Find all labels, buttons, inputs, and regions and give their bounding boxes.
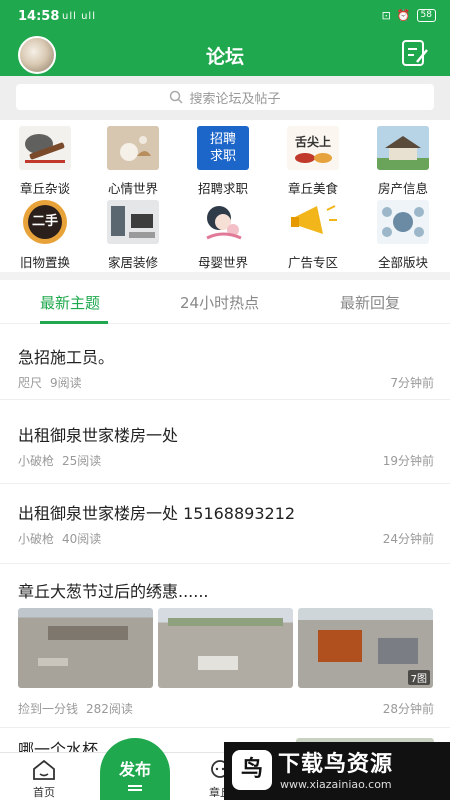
publish-label: 发布: [118, 760, 151, 779]
baby-icon: [197, 200, 249, 244]
tab-24h-hot[interactable]: 24小时热点: [180, 292, 259, 313]
secondhand-icon: 二手: [19, 200, 71, 244]
category-label: 家居装修: [107, 255, 158, 270]
post-item[interactable]: 出租御泉世家楼房一处 小破枪 25阅读 19分钟前: [0, 400, 450, 484]
tab-latest-replies[interactable]: 最新回复: [340, 292, 400, 313]
post-author: 小破枪: [18, 454, 55, 468]
category-item[interactable]: 招聘 求职 招聘求职: [188, 122, 258, 196]
search-area: 搜索论坛及帖子: [0, 76, 450, 120]
post-title: 章丘大葱节过后的绣惠......: [18, 582, 209, 601]
watermark-url: www.xiazainiao.com: [280, 778, 392, 791]
post-item[interactable]: 急招施工员。 咫尺 9阅读 7分钟前: [0, 324, 450, 400]
interior-icon: [107, 200, 159, 244]
post-reads: 25阅读: [62, 454, 102, 468]
search-icon: [170, 90, 184, 104]
recruit-text-1: 招聘: [209, 132, 236, 147]
search-input[interactable]: 搜索论坛及帖子: [16, 84, 434, 110]
post-image[interactable]: 7图: [298, 608, 433, 688]
category-label: 招聘求职: [197, 181, 248, 196]
post-time: 7分钟前: [390, 376, 434, 390]
all-sections-icon: [377, 200, 429, 244]
category-label: 章丘杂谈: [19, 181, 70, 196]
publish-button[interactable]: 发布: [100, 738, 170, 800]
status-time: 14:58: [18, 9, 60, 24]
post-title: 出租御泉世家楼房一处: [18, 426, 179, 445]
status-right: ⊡ ⏰ 58: [382, 9, 436, 22]
app-header: 论坛: [0, 32, 450, 76]
mood-photo-icon: [107, 126, 159, 170]
category-item[interactable]: 家居装修: [98, 196, 168, 270]
section-divider: [0, 272, 450, 280]
megaphone-icon: [287, 200, 339, 244]
guzheng-icon: [19, 126, 71, 170]
post-time: 19分钟前: [382, 454, 434, 468]
watermark-title: 下载鸟资源: [278, 752, 394, 777]
post-item[interactable]: 出租御泉世家楼房一处 15168893212 小破枪 40阅读 24分钟前: [0, 484, 450, 564]
feed-tabs: 最新主题 24小时热点 最新回复: [0, 280, 450, 324]
alarm-icon: ⏰: [396, 9, 411, 22]
category-item[interactable]: 舌尖上 章丘美食: [278, 122, 348, 196]
category-label: 母婴世界: [197, 255, 248, 270]
post-meta: 小破枪 25阅读: [18, 452, 109, 469]
post-author: 小破枪: [18, 532, 55, 546]
category-label: 旧物置换: [19, 255, 70, 270]
food-icon: 舌尖上: [287, 126, 339, 170]
status-bar: 14:58 ull ull ⊡ ⏰ 58: [0, 0, 450, 32]
nav-home[interactable]: 首页: [14, 759, 74, 800]
menu-lines-icon: [128, 785, 142, 787]
category-item[interactable]: 心情世界: [98, 122, 168, 196]
lock-icon: ⊡: [381, 9, 391, 22]
post-time: 24分钟前: [382, 532, 434, 546]
post-meta: 咫尺 9阅读: [18, 374, 90, 391]
post-time: 28分钟前: [382, 702, 434, 716]
post-author: 咫尺: [18, 376, 43, 390]
post-title: 哪一个水杯: [18, 740, 99, 752]
category-item[interactable]: 全部版块: [368, 196, 438, 270]
food-img-text: 舌尖上: [294, 134, 331, 149]
page-title: 论坛: [205, 46, 244, 68]
nav-home-label: 首页: [33, 786, 55, 799]
image-count-badge: 7图: [407, 670, 430, 685]
watermark: 鸟 下载鸟资源 www.xiazainiao.com: [224, 742, 450, 800]
category-item[interactable]: 二手 旧物置换: [10, 196, 80, 270]
post-thumbnails: 7图: [18, 608, 434, 688]
home-icon: [33, 759, 55, 780]
forum-screen: 14:58 ull ull ⊡ ⏰ 58 论坛 搜索论坛及帖子 章丘杂谈 心情世…: [0, 0, 450, 800]
category-label: 全部版块: [377, 255, 428, 270]
category-label: 广告专区: [287, 255, 338, 270]
post-title: 急招施工员。: [18, 348, 115, 367]
post-reads: 282阅读: [86, 702, 133, 716]
search-placeholder: 搜索论坛及帖子: [189, 91, 281, 107]
tab-latest-topics[interactable]: 最新主题: [40, 292, 100, 313]
post-image[interactable]: [158, 608, 293, 688]
category-item[interactable]: 房产信息: [368, 122, 438, 196]
post-meta: 小破枪 40阅读: [18, 530, 109, 547]
category-label: 房产信息: [377, 181, 428, 196]
post-reads: 9阅读: [50, 376, 82, 390]
post-reads: 40阅读: [62, 532, 102, 546]
secondhand-img-text: 二手: [28, 205, 62, 239]
signal-icon: ull ull: [62, 11, 96, 22]
category-item[interactable]: 母婴世界: [188, 196, 258, 270]
post-image[interactable]: [18, 608, 153, 688]
post-title: 出租御泉世家楼房一处 15168893212: [18, 504, 296, 523]
recruit-icon: 招聘 求职: [197, 126, 249, 170]
battery-icon: 58: [416, 9, 436, 22]
category-item[interactable]: 章丘杂谈: [10, 122, 80, 196]
recruit-text-2: 求职: [209, 149, 236, 164]
post-item[interactable]: 章丘大葱节过后的绣惠...... 7图 捡到一分钱 282阅读 28分钟前: [0, 564, 450, 728]
category-label: 心情世界: [107, 181, 158, 196]
post-author: 捡到一分钱: [18, 702, 79, 716]
post-meta: 捡到一分钱 282阅读: [18, 700, 141, 717]
category-label: 章丘美食: [287, 181, 338, 196]
category-grid: 章丘杂谈 心情世界 招聘 求职 招聘求职 舌尖上 章丘美食 房产信息 二手 旧物…: [0, 122, 450, 272]
compose-icon[interactable]: [400, 38, 430, 68]
watermark-logo: 鸟: [232, 750, 272, 790]
house-icon: [377, 126, 429, 170]
category-item[interactable]: 广告专区: [278, 196, 348, 270]
